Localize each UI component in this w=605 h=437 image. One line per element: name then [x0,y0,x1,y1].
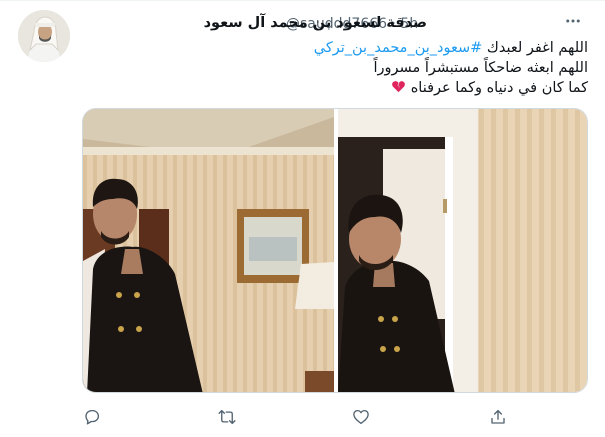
tweet-header: صدقة لسعود بن محمد آل سعود [204,15,427,31]
share-icon[interactable] [487,406,509,428]
tweet-line-3: كما كان في دنياه وكما عرفناه [88,78,588,100]
hashtag-link[interactable]: #سعود_بن_محمد_بن_تركي [314,40,483,56]
display-name[interactable]: صدقة لسعود بن محمد آل سعود [204,15,427,31]
broken-heart-icon [391,79,406,100]
like-icon[interactable] [350,406,372,428]
avatar[interactable] [18,10,70,62]
more-options-icon[interactable] [564,12,582,34]
photo-left[interactable] [83,109,334,393]
tweet-line-3-text: كما كان في دنياه وكما عرفناه [410,80,588,96]
tweet-media[interactable] [82,108,588,393]
tweet-line-2: اللهم ابعثه ضاحكاً مستبشراً مسروراً [373,60,589,76]
tweet-line-1: اللهم اغفر لعبدك #سعود_بن_محمد_بن_تركي [88,38,588,58]
tweet-text: اللهم اغفر لعبدك #سعود_بن_محمد_بن_تركي ا… [88,38,588,100]
photo-right[interactable] [338,109,588,393]
retweet-icon[interactable] [216,406,238,428]
reply-icon[interactable] [81,406,103,428]
tweet-actions [0,406,605,428]
tweet-line-1-text: اللهم اغفر لعبدك [486,40,588,56]
tweet-card[interactable]: @sauddd7666 · 5h صدقة لسعود بن محمد آل س… [0,0,605,437]
